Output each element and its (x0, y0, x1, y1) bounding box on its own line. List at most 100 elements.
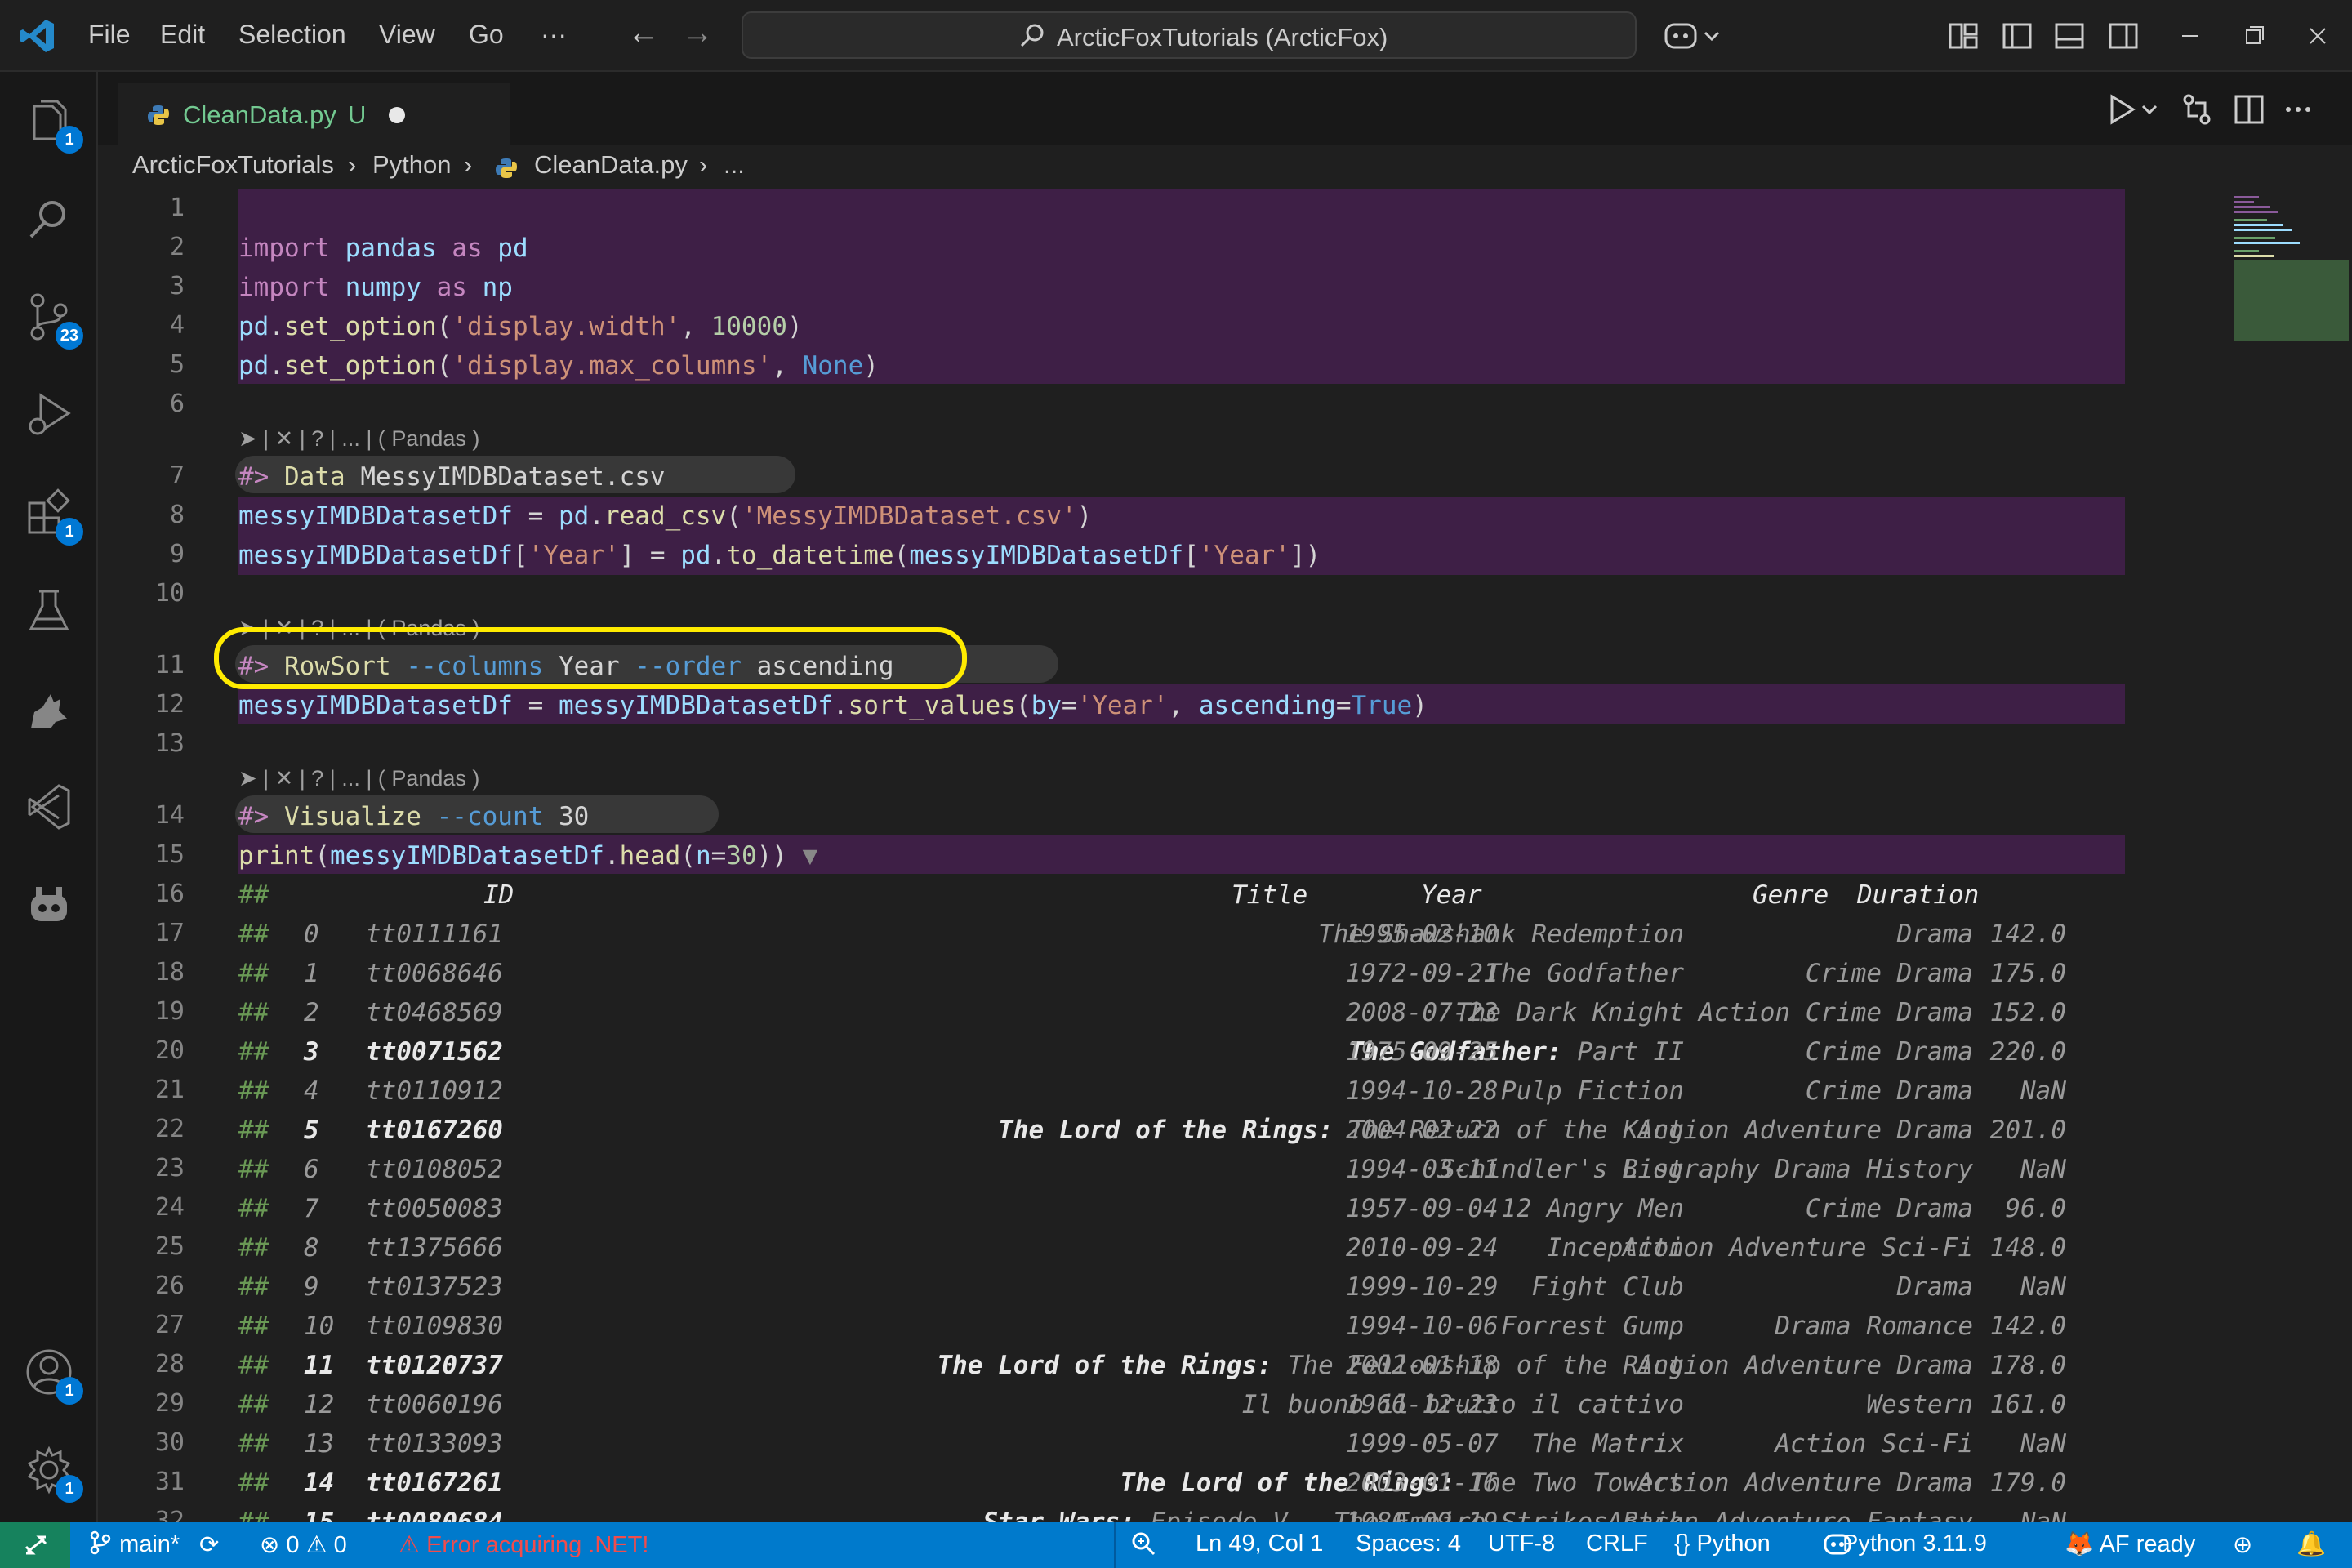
toggle-panel-icon[interactable] (2053, 18, 2086, 54)
run-python-icon[interactable] (2104, 91, 2140, 127)
more-actions-icon[interactable] (2280, 91, 2316, 127)
sync-icon[interactable]: ⟳ (199, 1530, 219, 1559)
row-index: 11 (304, 1351, 335, 1380)
unsaved-dot-icon[interactable] (389, 107, 405, 123)
close-icon[interactable] (2303, 18, 2332, 54)
breadcrumb-symbol[interactable]: ... (724, 150, 745, 180)
row-duration: 178.0 (1989, 1351, 2066, 1380)
visual-studio-button[interactable] (23, 781, 75, 833)
customize-layout-icon[interactable] (1947, 18, 1980, 54)
chevron-right-icon: › (699, 150, 708, 179)
minimap[interactable] (2231, 189, 2352, 353)
accounts-badge: 1 (56, 1377, 83, 1405)
command-center-search[interactable]: ArcticFoxTutorials (ArcticFox) (742, 11, 1637, 59)
code-lines[interactable]: import pandas as pd import numpy as np p… (238, 189, 2125, 1522)
row-genre: Crime Drama (1805, 1037, 1973, 1067)
forward-arrow-icon[interactable]: → (681, 15, 714, 51)
code-line-7: #> Data MessyIMDBDataset.csv (238, 462, 666, 492)
copilot-menu-icon[interactable]: ⊕ (2233, 1530, 2252, 1559)
line-ending[interactable]: CRLF (1586, 1530, 1648, 1557)
manage-button[interactable]: 1 (23, 1444, 83, 1503)
menu-edit[interactable]: Edit (160, 20, 205, 50)
zoom-icon[interactable] (1130, 1530, 1156, 1558)
col-header-id: ID (483, 880, 514, 910)
branch-name: main* (119, 1531, 180, 1557)
row-id: tt0080684 (366, 1508, 503, 1522)
menu-file[interactable]: File (88, 20, 131, 50)
minimize-icon[interactable] (2176, 18, 2205, 54)
editor-tab-bar: CleanData.py U (98, 72, 2352, 145)
dotnet-status[interactable]: ⚠ Error acquiring .NET! (399, 1530, 648, 1559)
language-name: Python (1696, 1530, 1771, 1557)
indentation[interactable]: Spaces: 4 (1356, 1530, 1461, 1557)
row-title: Forrest Gump (1501, 1312, 1684, 1341)
tab-cleandata[interactable]: CleanData.py U (118, 83, 510, 145)
breadcrumb-root[interactable]: ArcticFoxTutorials (132, 150, 334, 180)
copilot-chat-button[interactable] (23, 879, 75, 931)
menu-more[interactable]: ··· (541, 20, 567, 50)
arctic-fox-button[interactable] (23, 683, 75, 735)
table-row: ## 5 tt0167260 The Lord of the Rings: The R… (238, 1111, 2125, 1150)
menu-view[interactable]: View (379, 20, 435, 50)
accounts-button[interactable]: 1 (23, 1346, 83, 1405)
language-mode[interactable]: {} Python (1674, 1530, 1771, 1557)
testing-button[interactable] (23, 585, 75, 637)
row-duration: 220.0 (1989, 1037, 2066, 1067)
row-index: 6 (304, 1155, 319, 1184)
row-year: 2004-02-22 (1346, 1116, 1499, 1145)
cursor-position[interactable]: Ln 49, Col 1 (1196, 1530, 1323, 1557)
restore-icon[interactable] (2239, 18, 2269, 54)
cell-marker: ## (238, 880, 270, 910)
back-arrow-icon[interactable]: ← (627, 15, 660, 51)
table-row: ## 13 tt0133093 The Matrix 1999-05-07 Action … (238, 1424, 2125, 1463)
run-dropdown-chevron-icon[interactable] (2140, 91, 2159, 127)
line-number: 9 (169, 540, 185, 568)
row-duration: 142.0 (1989, 1312, 2066, 1341)
extensions-button[interactable]: 1 (23, 487, 83, 546)
fold-triangle-icon[interactable]: ▼ (787, 841, 818, 871)
row-duration: 179.0 (1989, 1468, 2066, 1498)
python-file-icon (496, 158, 517, 178)
python-interpreter[interactable]: Python 3.11.9 (1842, 1530, 1987, 1557)
explorer-button[interactable]: 1 (23, 95, 83, 154)
warning-icon: ⚠ (399, 1532, 420, 1558)
row-id: tt0167260 (366, 1116, 503, 1145)
branch-icon (90, 1530, 111, 1555)
row-id: tt1375666 (366, 1233, 503, 1263)
run-debug-button[interactable] (23, 389, 75, 441)
row-duration: 161.0 (1989, 1390, 2066, 1419)
split-editor-icon[interactable] (2231, 91, 2267, 127)
remote-indicator-button[interactable] (0, 1522, 70, 1568)
menu-go[interactable]: Go (469, 20, 504, 50)
problems-button[interactable]: ⊗ 0 ⚠ 0 (260, 1530, 347, 1559)
compare-changes-icon[interactable] (2179, 91, 2215, 127)
row-id: tt0137523 (366, 1272, 503, 1302)
toggle-secondary-sidebar-icon[interactable] (2107, 18, 2140, 54)
toggle-primary-sidebar-icon[interactable] (2001, 18, 2034, 54)
warning-icon: ⚠ (305, 1532, 327, 1558)
row-year: 2002-01-18 (1346, 1351, 1499, 1380)
code-line-8: messyIMDBDatasetDf = pd.read_csv('MessyI… (238, 501, 1093, 531)
dotnet-error-text: Error acquiring .NET! (426, 1532, 649, 1558)
encoding[interactable]: UTF-8 (1488, 1530, 1555, 1557)
row-genre: Action Sci-Fi (1775, 1429, 1973, 1459)
arctic-fox-text: AF ready (2099, 1531, 2196, 1557)
notifications-bell-icon[interactable]: 🔔 (2296, 1530, 2326, 1558)
menu-selection[interactable]: Selection (238, 20, 346, 50)
vscode-logo-icon[interactable] (18, 16, 57, 56)
git-branch-button[interactable]: main* (88, 1530, 180, 1558)
row-year: 1980-09-19 (1346, 1508, 1499, 1522)
line-number: 10 (154, 579, 185, 608)
breadcrumb-folder[interactable]: Python (372, 150, 452, 180)
copilot-icon[interactable] (1663, 18, 1725, 54)
row-genre: Action Adventure Sci-Fi (1622, 1233, 1973, 1263)
line-number: 7 (169, 461, 185, 490)
search-button[interactable] (23, 193, 75, 245)
row-id: tt0050083 (366, 1194, 503, 1223)
breadcrumb-file[interactable]: CleanData.py (534, 150, 688, 180)
row-genre: Drama (1896, 1272, 1973, 1302)
code-editor[interactable]: 1 2 3 4 5 6 7 8 9 10 11 12 13 14 15 16 1… (98, 189, 2352, 1522)
table-row: ## 15 tt0080684 Star Wars: Episode V - The … (238, 1503, 2125, 1522)
arctic-fox-status[interactable]: 🦊 AF ready (2065, 1530, 2195, 1558)
source-control-button[interactable]: 23 (23, 291, 83, 350)
